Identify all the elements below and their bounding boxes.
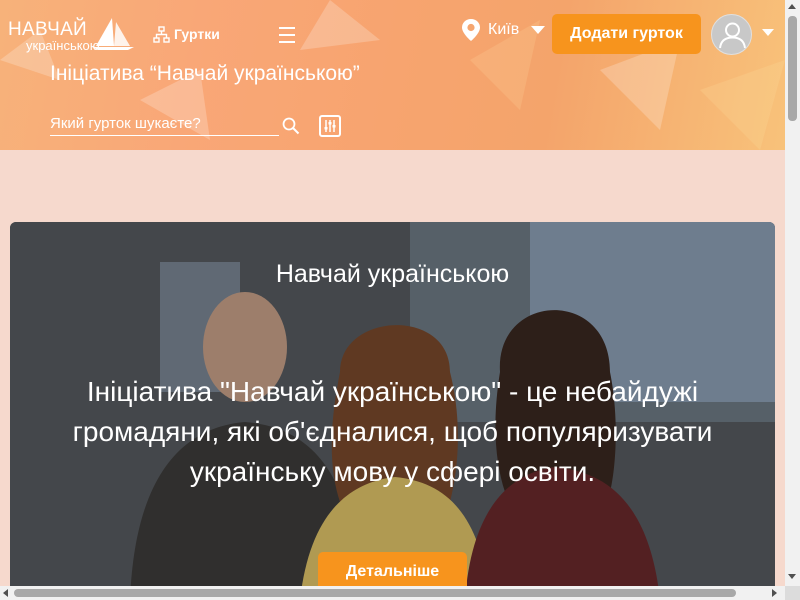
site-header: НАВЧАЙ українською Гуртки Київ Додати гу… [0,0,785,150]
scroll-up-arrow-icon[interactable] [788,4,796,9]
search-input[interactable] [50,112,279,134]
scroll-down-arrow-icon[interactable] [788,574,796,579]
search-field[interactable] [50,112,279,136]
sliders-icon [324,120,336,132]
add-club-button[interactable]: Додати гурток [552,14,701,54]
logo-text-secondary: українською [26,38,100,53]
sitemap-icon [153,25,170,43]
user-avatar-icon[interactable] [711,14,752,55]
sailboat-logo-icon [92,18,134,50]
city-selector[interactable]: Київ [460,18,546,42]
city-label: Київ [488,21,520,38]
scrollbar-corner [785,586,800,600]
hero-description: Ініціатива "Навчай українською" - це неб… [72,376,713,487]
horizontal-scrollbar[interactable] [0,586,785,600]
vertical-scrollbar[interactable] [785,0,800,586]
vertical-scroll-thumb[interactable] [788,16,797,121]
menu-icon[interactable] [279,24,295,44]
scroll-left-arrow-icon[interactable] [3,589,8,597]
nav-clubs-label: Гуртки [174,26,220,42]
account-menu-caret-icon[interactable] [762,29,774,36]
nav-clubs-link[interactable]: Гуртки [153,24,220,44]
scroll-right-arrow-icon[interactable] [772,589,777,597]
location-pin-icon [462,19,480,41]
site-logo[interactable]: НАВЧАЙ українською [8,16,134,56]
hero-title: Навчай українською [275,260,510,288]
page-title: Ініціатива “Навчай українською” [50,62,360,85]
horizontal-scroll-thumb[interactable] [14,589,736,597]
hero-banner: Навчай українською Ініціатива "Навчай ук… [10,222,775,600]
chevron-down-icon [531,26,546,34]
search-icon[interactable] [282,117,300,135]
filter-icon[interactable] [319,115,341,137]
